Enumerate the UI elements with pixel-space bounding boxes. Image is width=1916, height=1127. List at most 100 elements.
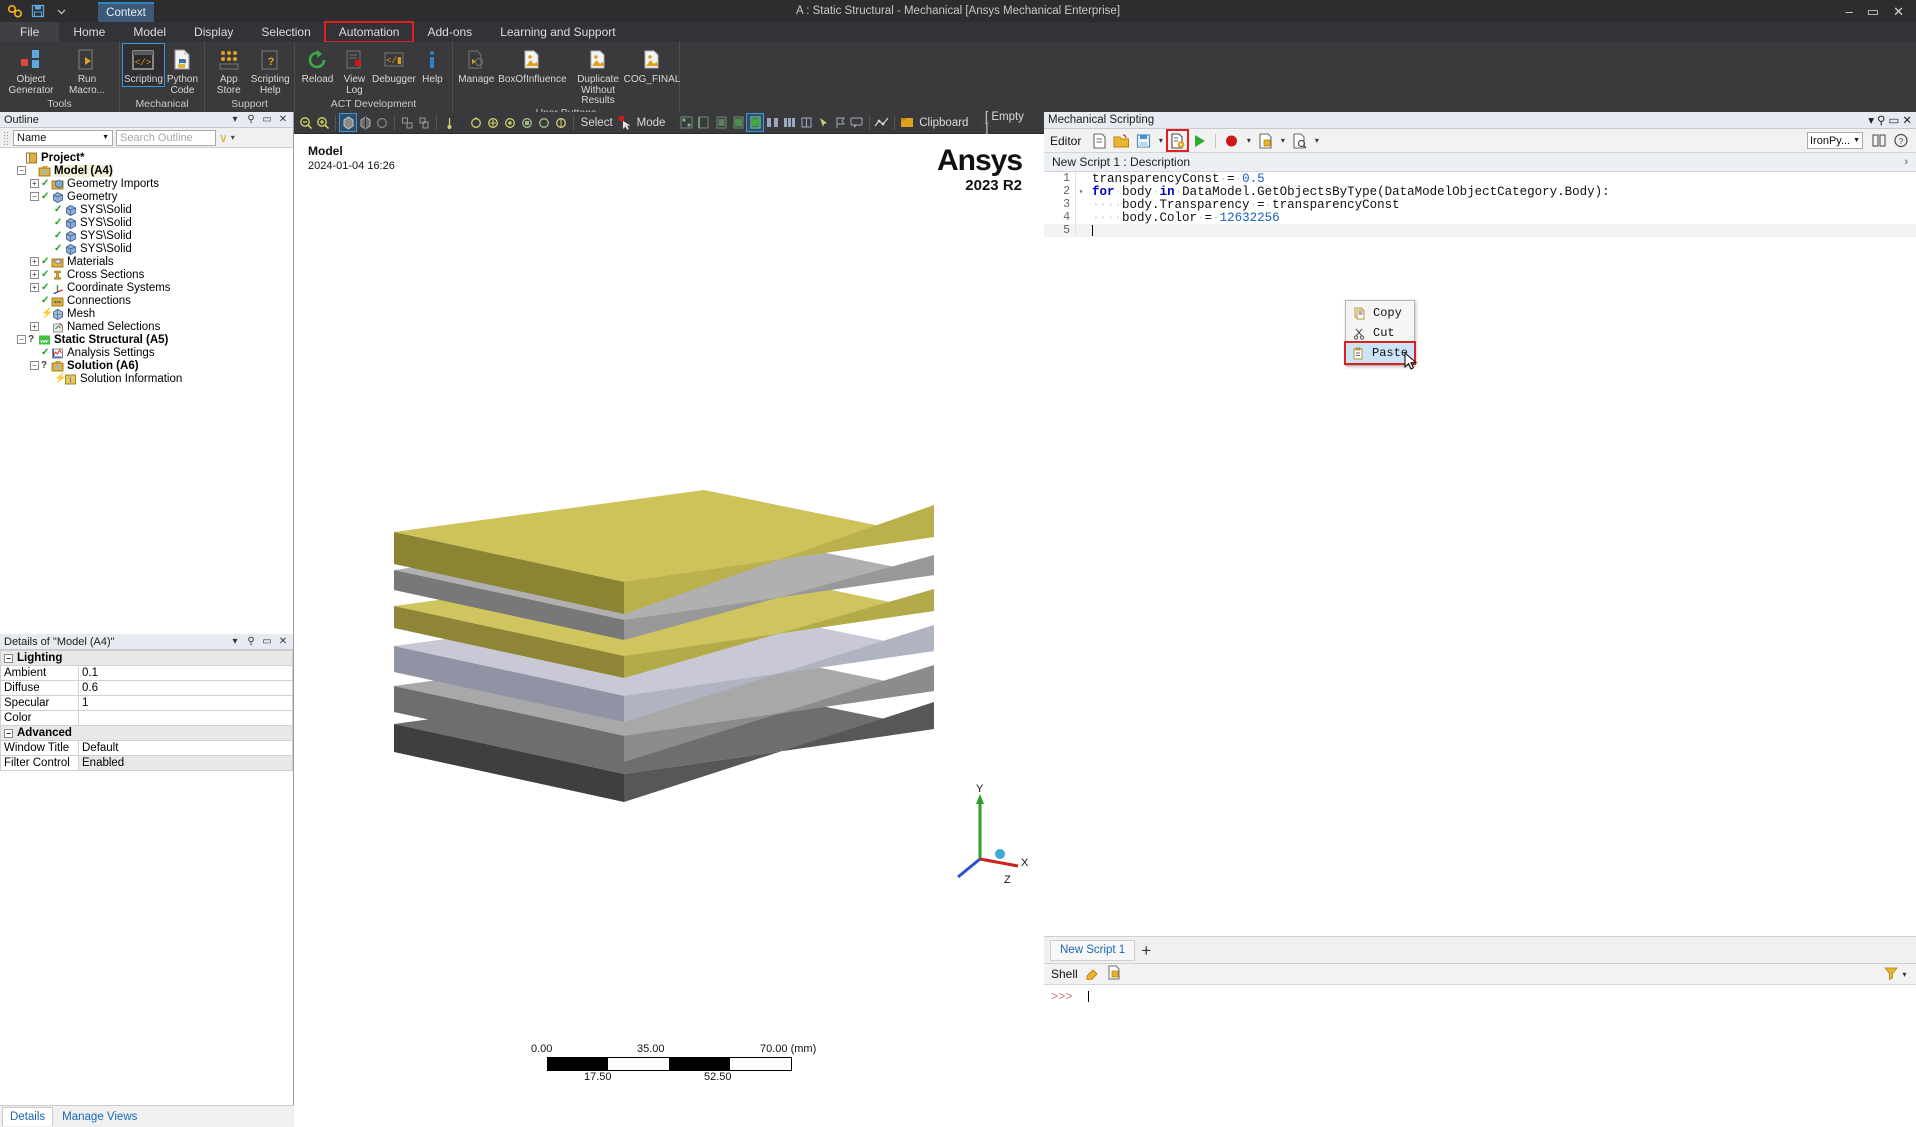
qat-dropdown-icon[interactable] — [52, 3, 70, 19]
snippet-icon[interactable] — [1256, 131, 1275, 150]
details-menu-icon[interactable]: ▾ — [229, 636, 241, 647]
scripting-pin-icon[interactable]: ⚲ — [1877, 113, 1885, 127]
mode-label[interactable]: Mode — [634, 117, 669, 129]
magnifier-icon[interactable] — [553, 114, 569, 131]
shell-filter-dropdown-icon[interactable]: ▾ — [1900, 970, 1909, 979]
close-button[interactable]: ✕ — [1893, 5, 1904, 18]
ribbon-tab-file[interactable]: File — [0, 22, 60, 42]
outline-pin-icon[interactable]: ⚲ — [245, 114, 257, 125]
box-of-influence-button[interactable]: BoxOfInfluence — [497, 44, 568, 86]
split-view-icon[interactable] — [1869, 131, 1888, 150]
run-script-file-icon[interactable] — [1166, 129, 1190, 152]
run-macro-button[interactable]: Run Macro... — [59, 44, 115, 96]
edge-coloring-icon[interactable] — [399, 114, 415, 131]
outline-close-icon[interactable]: ✕ — [277, 114, 289, 125]
maximize-button[interactable]: ▭ — [1867, 5, 1879, 18]
mode-dropdown-icon[interactable]: ▾ — [669, 118, 677, 127]
chart-icon[interactable] — [874, 114, 890, 131]
code-line[interactable]: 2 ▾ for·body·in·DataModel.GetObjectsByType… — [1044, 185, 1916, 199]
scripting-help-button[interactable]: ? Scripting Help — [250, 44, 292, 96]
select-label[interactable]: Select — [578, 117, 616, 129]
context-tab[interactable]: Context — [98, 2, 154, 22]
minimize-button[interactable]: – — [1846, 5, 1853, 18]
tree-item-project[interactable]: Project* — [0, 151, 293, 164]
details-collapse-icon[interactable]: − — [4, 729, 13, 738]
tree-item-cross-sections[interactable]: + ✓ Cross Sections — [0, 268, 293, 281]
details-property-value[interactable] — [78, 710, 293, 726]
axis-triad[interactable]: Y X Z — [942, 784, 1032, 884]
tree-item-named-selections[interactable]: + Named Selections — [0, 320, 293, 333]
reload-button[interactable]: Reload — [298, 44, 337, 86]
outline-restore-icon[interactable]: ▭ — [261, 114, 273, 125]
clipboard-dropdown-icon[interactable]: ▾ — [972, 118, 980, 127]
view-log-button[interactable]: View Log — [337, 44, 372, 96]
tree-collapse-icon[interactable]: − — [30, 192, 39, 201]
details-collapse-icon[interactable]: − — [4, 654, 13, 663]
tree-item-materials[interactable]: + ✓ Materials — [0, 255, 293, 268]
add-script-tab-button[interactable]: + — [1141, 942, 1151, 959]
run-icon[interactable] — [1190, 131, 1209, 150]
show-vertices-icon[interactable] — [338, 113, 358, 132]
probe-icon[interactable] — [441, 114, 457, 131]
details-close-icon[interactable]: ✕ — [277, 636, 289, 647]
tree-item-geometry-imports[interactable]: + ✓ Geometry Imports — [0, 177, 293, 190]
open-script-icon[interactable] — [1112, 131, 1131, 150]
show-mesh-icon[interactable] — [374, 114, 390, 131]
tab-details[interactable]: Details — [2, 1107, 54, 1126]
tree-expand-icon[interactable]: + — [30, 257, 39, 266]
clipboard-expand-icon[interactable]: ≈ — [1032, 118, 1040, 127]
tree-expand-icon[interactable]: + — [30, 270, 39, 279]
box-zoom-icon[interactable] — [519, 114, 535, 131]
outline-filter-apply-icon[interactable]: ∨ — [219, 131, 228, 145]
probe-dropdown-icon[interactable]: ▾ — [458, 118, 466, 127]
select-bodies-icon[interactable] — [730, 114, 746, 131]
find-dropdown-icon[interactable]: ▾ — [1312, 136, 1321, 145]
clipboard-label[interactable]: Clipboard — [916, 117, 971, 129]
python-code-button[interactable]: Python Code — [164, 44, 201, 96]
outline-menu-icon[interactable]: ▾ — [229, 114, 241, 125]
tree-expand-icon[interactable]: + — [30, 283, 39, 292]
tree-item-sys-solid[interactable]: ✓ SYS\Solid — [0, 229, 293, 242]
details-property-value[interactable]: 0.6 — [78, 680, 293, 696]
annotation-icon[interactable] — [849, 114, 865, 131]
script-editor[interactable]: 1 transparencyConst·=·0.5 2 ▾ for·body·in·Da… — [1044, 172, 1916, 936]
code-line[interactable]: 4 ····body.Color·=·12632256 — [1044, 211, 1916, 225]
script-expand-icon[interactable]: › — [1904, 156, 1908, 168]
shell-copy-icon[interactable] — [1107, 965, 1121, 983]
tree-item-model-a4[interactable]: − Model (A4) — [0, 164, 293, 177]
tree-collapse-icon[interactable]: − — [30, 361, 39, 370]
details-restore-icon[interactable]: ▭ — [261, 636, 273, 647]
extend-to-limits-icon[interactable] — [781, 114, 797, 131]
tree-expand-icon[interactable]: + — [30, 322, 39, 331]
scripting-help-circle-icon[interactable]: ? — [1891, 131, 1910, 150]
model-geometry[interactable] — [294, 274, 1044, 894]
context-menu-item-copy[interactable]: Copy — [1346, 303, 1414, 323]
manage-button[interactable]: Manage — [456, 44, 497, 86]
details-property-value[interactable]: 0.1 — [78, 665, 293, 681]
outline-filter-combo[interactable]: Name ▼ — [13, 129, 113, 146]
tree-item-solution-a6[interactable]: −? Solution (A6) — [0, 359, 293, 372]
pan-icon[interactable] — [485, 114, 501, 131]
snippet-dropdown-icon[interactable]: ▾ — [1278, 136, 1287, 145]
details-pin-icon[interactable]: ⚲ — [245, 636, 257, 647]
record-icon[interactable] — [1222, 131, 1241, 150]
tab-manage-views[interactable]: Manage Views — [55, 1108, 144, 1126]
save-dropdown-icon[interactable]: ▾ — [1156, 136, 1165, 145]
save-script-icon[interactable] — [1134, 131, 1153, 150]
search-outline-input[interactable]: Search Outline — [116, 129, 216, 146]
ribbon-tab-automation[interactable]: Automation — [323, 21, 415, 43]
pick-flag-icon[interactable] — [832, 114, 848, 131]
scripting-button[interactable]: </> Scripting — [122, 43, 165, 87]
wireframe-icon[interactable] — [357, 114, 373, 131]
code-line[interactable]: 3 ····body.Transparency·=·transparencyCon… — [1044, 198, 1916, 212]
save-icon[interactable] — [29, 3, 47, 19]
zoom-in-icon[interactable] — [315, 114, 331, 131]
clear-shell-icon[interactable] — [1085, 966, 1100, 983]
details-property-value[interactable]: 1 — [78, 695, 293, 711]
zoom-region-icon[interactable] — [502, 114, 518, 131]
shell-output[interactable]: >>> — [1044, 985, 1916, 1127]
ribbon-tab-addons[interactable]: Add-ons — [413, 22, 486, 42]
extend-to-adjacent-icon[interactable] — [764, 114, 780, 131]
tree-item-static-structural-a5[interactable]: −? Static Structural (A5) — [0, 333, 293, 346]
debugger-button[interactable]: </▮ Debugger — [372, 44, 416, 86]
